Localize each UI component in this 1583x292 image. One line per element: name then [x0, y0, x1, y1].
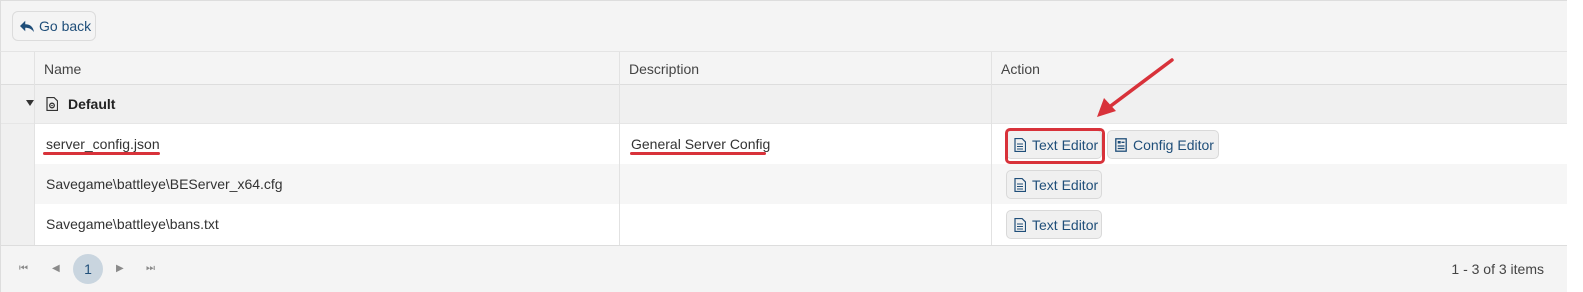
- column-divider: [619, 52, 620, 245]
- column-header-description[interactable]: Description: [619, 52, 992, 85]
- back-arrow-icon: [20, 20, 34, 33]
- go-back-label: Go back: [39, 18, 92, 34]
- document-icon: [1014, 217, 1026, 232]
- file-description: [619, 204, 631, 244]
- annotation-highlight-box: [1005, 128, 1105, 164]
- file-description: [619, 164, 631, 204]
- table-row: Savegame\battleye\bans.txt Text Editor: [34, 204, 1568, 244]
- table-row: server_config.json General Server Config…: [34, 124, 1568, 164]
- toolbar: Go back: [0, 0, 1567, 52]
- config-editor-label: Config Editor: [1133, 136, 1214, 153]
- page-margin: [1567, 0, 1583, 292]
- text-editor-button[interactable]: Text Editor: [1006, 170, 1102, 199]
- last-page-icon[interactable]: ⏭: [146, 263, 155, 274]
- collapse-caret-icon[interactable]: [26, 100, 34, 106]
- file-description: General Server Config: [631, 136, 771, 152]
- first-page-icon[interactable]: ⏮: [19, 263, 28, 274]
- group-row-default: Default: [1, 85, 1568, 124]
- column-header-action[interactable]: Action: [991, 52, 1568, 85]
- go-back-button[interactable]: Go back: [12, 11, 96, 41]
- config-file-icon: [46, 97, 58, 111]
- settings-document-icon: [1115, 137, 1127, 152]
- next-page-icon[interactable]: ▶: [116, 263, 124, 274]
- text-editor-button[interactable]: Text Editor: [1006, 210, 1102, 239]
- group-label: Default: [68, 96, 116, 112]
- column-header-name[interactable]: Name: [34, 52, 620, 85]
- grid-header: Name Description Action: [1, 52, 1568, 85]
- document-icon: [1014, 177, 1026, 192]
- pager: ⏮ ◀ 1 ▶ ⏭ 1 - 3 of 3 items: [0, 245, 1567, 292]
- files-grid: Name Description Action Default server_c…: [0, 52, 1568, 245]
- file-name: Savegame\battleye\BEServer_x64.cfg: [46, 176, 283, 192]
- file-name: server_config.json: [46, 136, 160, 152]
- file-name: Savegame\battleye\bans.txt: [46, 216, 219, 232]
- text-editor-label: Text Editor: [1032, 216, 1099, 233]
- column-divider: [34, 52, 35, 245]
- text-editor-label: Text Editor: [1032, 176, 1099, 193]
- previous-page-icon[interactable]: ◀: [52, 263, 60, 274]
- pager-info: 1 - 3 of 3 items: [1451, 261, 1544, 277]
- group-indent-gutter: [1, 124, 34, 245]
- table-row: Savegame\battleye\BEServer_x64.cfg Text …: [34, 164, 1568, 204]
- column-divider: [991, 52, 992, 245]
- config-editor-button[interactable]: Config Editor: [1107, 130, 1219, 159]
- annotation-underline: [43, 152, 160, 155]
- page-button-current[interactable]: 1: [73, 254, 103, 284]
- annotation-underline: [630, 152, 766, 155]
